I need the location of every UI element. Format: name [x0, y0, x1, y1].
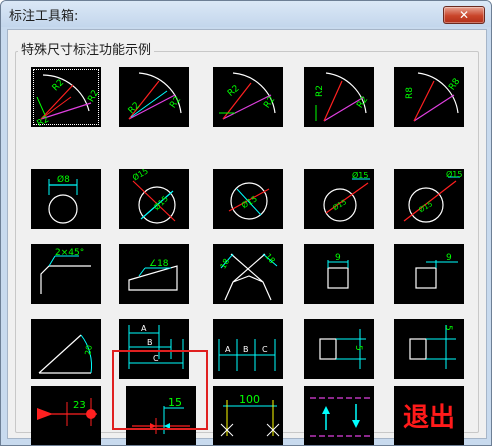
chain-dim-drawing: A B C	[218, 339, 276, 371]
diameter-dim-tile-1[interactable]: Ø8	[31, 169, 101, 229]
diameter-dim-3-drawing: Ø15	[228, 182, 270, 220]
diameter-label: Ø8	[57, 174, 70, 185]
baseline-label: A	[141, 324, 147, 333]
radius-label: R2	[355, 95, 370, 111]
chamfer-dim-tile[interactable]: 2×45°	[31, 244, 101, 304]
radius-dim-tile-3[interactable]: R2 R2	[213, 67, 283, 127]
chain-label: C	[262, 345, 268, 354]
radius-label: R2	[262, 95, 277, 111]
linear-label: 100	[239, 393, 260, 406]
chain-dim-tile[interactable]: A B C	[213, 319, 283, 379]
window-title: 标注工具箱:	[9, 9, 79, 24]
vertical-dim-2-drawing: 5	[409, 325, 456, 369]
diameter-dim-1-drawing: Ø8	[48, 174, 78, 224]
radius-dim-3-drawing: R2 R2	[219, 72, 277, 120]
diameter-label: Ø15	[131, 169, 150, 182]
radius-dim-tile-2[interactable]: R2 R2	[119, 67, 189, 127]
exit-drawing: 退出	[403, 403, 455, 433]
arrow-dim-tile[interactable]: 23	[31, 386, 101, 445]
chamfer-label: 2×45°	[55, 248, 84, 258]
radius-label: R2	[86, 89, 101, 104]
radius-dim-1-drawing: R2 R2 R2	[36, 74, 101, 127]
angle-dim-drawing: ∠18	[128, 259, 178, 291]
diameter-label: Ø15	[446, 169, 462, 179]
chain-label: B	[243, 345, 249, 354]
square-label: 9	[335, 253, 341, 263]
close-button[interactable]: ✕	[443, 6, 485, 24]
radius-dim-tile-1[interactable]: R2 R2 R2	[31, 67, 101, 127]
diameter-dim-tile-4[interactable]: Ø15 Ø15	[304, 169, 374, 229]
radius-dim-4-drawing: R2 R2	[315, 72, 370, 122]
vertical-dim-tile-1[interactable]: 5	[304, 319, 374, 379]
title-bar[interactable]: 标注工具箱: ✕	[1, 1, 491, 27]
vertical-dim-1-drawing: 5	[319, 329, 366, 369]
linear-dim-drawing: 100	[220, 393, 280, 437]
section-label: 18	[263, 252, 276, 266]
baseline-label: B	[147, 338, 153, 347]
square-dim-tile-1[interactable]: 9	[304, 244, 374, 304]
diameter-dim-tile-2[interactable]: Ø15 Ø15	[119, 169, 189, 229]
arc-angle-dim-tile[interactable]: 20	[31, 319, 101, 379]
dual-arrow-tile[interactable]	[304, 386, 374, 445]
radius-label: R8	[405, 87, 415, 99]
group-label: 特殊尺寸标注功能示例	[18, 39, 155, 58]
square-dim-1-drawing: 9	[327, 253, 349, 289]
section-label: 18	[218, 257, 231, 270]
dual-arrow-drawing	[310, 397, 370, 437]
arc-angle-dim-drawing: 20	[38, 334, 94, 374]
chain-label: A	[225, 345, 231, 354]
diameter-label: Ø15	[418, 200, 434, 214]
radius-label: R8	[447, 77, 462, 93]
diameter-dim-4-drawing: Ø15 Ø15	[323, 170, 370, 222]
radius-dim-5-drawing: R8 R8	[405, 72, 462, 122]
linear-dim-tile[interactable]: 100	[213, 386, 283, 445]
arc-angle-label: 20	[83, 344, 94, 356]
square-dim-tile-2[interactable]: 9	[394, 244, 464, 304]
diameter-dim-5-drawing: Ø15 Ø15	[403, 169, 462, 223]
section-dim-tile[interactable]: 18 18	[213, 244, 283, 304]
selection-highlight	[112, 350, 208, 430]
arrow-dim-drawing: 23	[37, 398, 97, 426]
radius-dim-tile-4[interactable]: R2 R2	[304, 67, 374, 127]
chamfer-dim-drawing: 2×45°	[40, 248, 91, 294]
diameter-dim-2-drawing: Ø15 Ø15	[131, 169, 176, 224]
dialog-window: 标注工具箱: ✕ 特殊尺寸标注功能示例 R2 R2 R2 R2 R2 R2 R2…	[0, 0, 492, 446]
arrow-dim-label: 23	[73, 400, 86, 411]
vertical-dim-tile-2[interactable]: 5	[394, 319, 464, 379]
diameter-label: Ø15	[332, 198, 348, 212]
vertical-label: 5	[353, 345, 363, 351]
exit-button[interactable]: 退出	[394, 386, 464, 445]
radius-label: R2	[315, 85, 325, 97]
section-dim-drawing: 18 18	[218, 252, 278, 301]
angle-label: ∠18	[149, 259, 169, 269]
angle-dim-tile[interactable]: ∠18	[119, 244, 189, 304]
diameter-dim-tile-3[interactable]: Ø15	[213, 169, 283, 229]
radius-label: R2	[226, 84, 242, 99]
radius-dim-tile-5[interactable]: R8 R8	[394, 67, 464, 127]
square-dim-2-drawing: 9	[415, 253, 458, 289]
vertical-label: 5	[443, 325, 453, 331]
radius-dim-2-drawing: R2 R2	[127, 72, 183, 120]
diameter-label: Ø15	[352, 170, 368, 180]
dialog-body: 特殊尺寸标注功能示例 R2 R2 R2 R2 R2 R2 R2 R2 R2 R8…	[7, 29, 487, 445]
exit-label: 退出	[403, 403, 455, 433]
square-label: 9	[446, 253, 452, 263]
diameter-dim-tile-5[interactable]: Ø15 Ø15	[394, 169, 464, 229]
